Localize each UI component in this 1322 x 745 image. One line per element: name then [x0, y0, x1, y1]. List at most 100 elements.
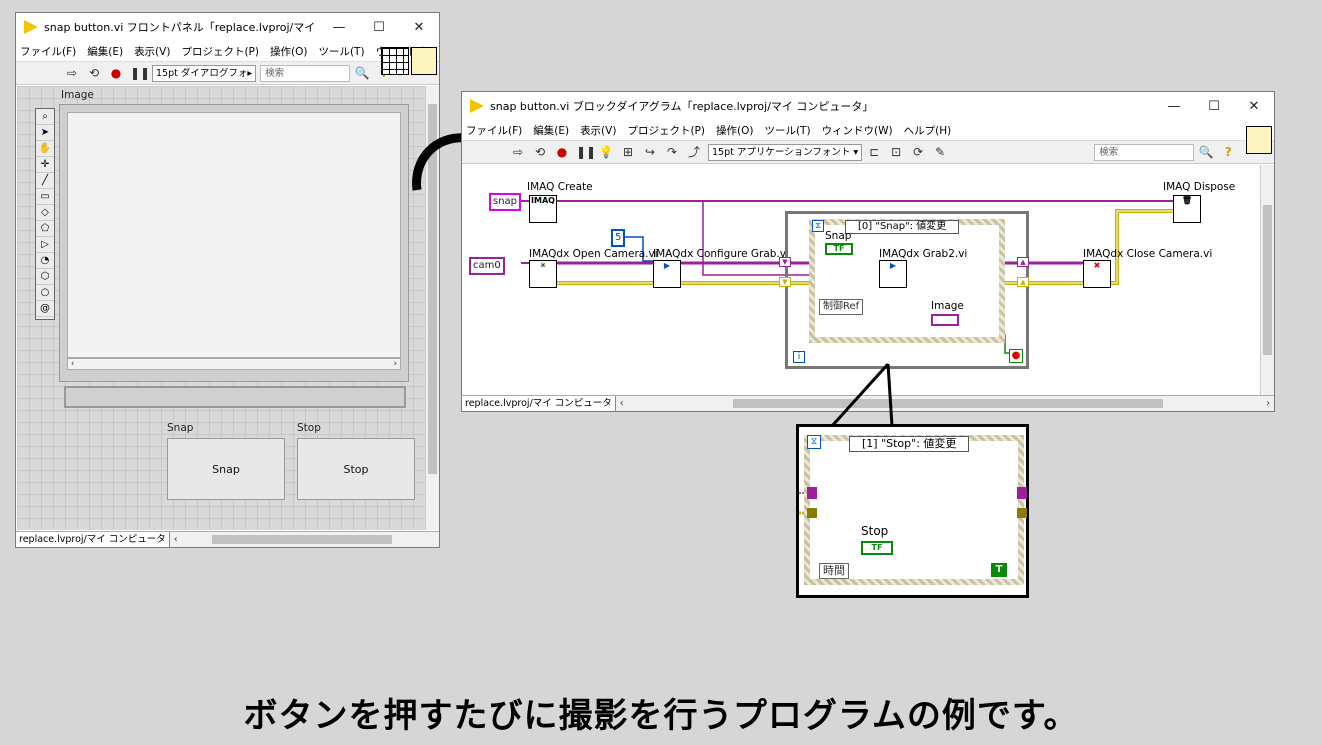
rect-tool-icon[interactable]: ▭	[36, 189, 54, 205]
event-case-selector[interactable]: [0] "Snap": 値変更	[845, 220, 960, 234]
font-selector[interactable]: 15pt ダイアログフォ▸	[152, 64, 257, 82]
imaqdx-configure-node[interactable]: ▶	[653, 260, 681, 288]
camera-name-constant[interactable]: cam0	[469, 257, 505, 275]
caption: ボタンを押すたびに撮影を行うプログラムの例です。	[243, 696, 1079, 736]
snap-terminal-label: Snap	[825, 230, 852, 242]
panel-scrollbar-h[interactable]	[182, 532, 439, 547]
arrow-tool-icon[interactable]: ➤	[36, 125, 54, 141]
close-button[interactable]: ✕	[1234, 99, 1274, 114]
scroll-left-icon[interactable]: ‹	[616, 396, 628, 411]
shift-register-left-error: ▼	[779, 277, 791, 287]
event-timeout-icon: ⧖	[812, 220, 824, 232]
front-panel-statusbar: replace.lvproj/マイ コンピュータ ‹	[16, 531, 439, 547]
menu-view[interactable]: 表示(V)	[134, 44, 170, 59]
diagram-scrollbar-v[interactable]	[1260, 165, 1274, 395]
annulus-tool-icon[interactable]: ⬡	[36, 269, 54, 285]
polygon-tool-icon[interactable]: ⬠	[36, 221, 54, 237]
spiral-tool-icon[interactable]: @	[36, 301, 54, 317]
hand-tool-icon[interactable]: ✋	[36, 141, 54, 157]
freehand-tool-icon[interactable]: ▷	[36, 237, 54, 253]
line-tool-icon[interactable]: ╱	[36, 173, 54, 189]
close-button[interactable]: ✕	[399, 20, 439, 35]
highlight-execution-icon[interactable]: 💡	[598, 144, 614, 160]
abort-icon[interactable]: ●	[554, 144, 570, 160]
minimize-button[interactable]: —	[319, 20, 359, 35]
minimize-button[interactable]: —	[1154, 99, 1194, 114]
menu-project[interactable]: プロジェクト(P)	[627, 123, 705, 138]
diamond-tool-icon[interactable]: ◇	[36, 205, 54, 221]
menu-edit[interactable]: 編集(E)	[533, 123, 569, 138]
step-into-icon[interactable]: ↪	[642, 144, 658, 160]
pause-icon[interactable]: ❚❚	[130, 65, 150, 81]
run-continuously-icon[interactable]: ⟲	[532, 144, 548, 160]
align-icon[interactable]: ⊏	[866, 144, 882, 160]
circle-tool-icon[interactable]: ○	[36, 285, 54, 301]
front-panel-window: snap button.vi フロントパネル「replace.lvproj/マイ…	[15, 12, 440, 548]
snap-string-constant[interactable]: snap	[489, 193, 522, 211]
shift-register-right-error: ▲	[1017, 277, 1029, 287]
zoom-stop-label: Stop	[861, 524, 889, 538]
scroll-right-icon[interactable]: ›	[1262, 396, 1274, 411]
crosshair-tool-icon[interactable]: ✛	[36, 157, 54, 173]
imaqdx-grab-node[interactable]: ▶	[879, 260, 907, 288]
menu-edit[interactable]: 編集(E)	[87, 44, 123, 59]
stop-button[interactable]: Stop	[297, 438, 415, 500]
zoom-tool-icon[interactable]: ⌕	[36, 109, 54, 125]
menu-help[interactable]: ヘルプ(H)	[904, 123, 952, 138]
menu-file[interactable]: ファイル(F)	[20, 44, 76, 59]
run-arrow-icon[interactable]: ⇨	[510, 144, 526, 160]
help-icon[interactable]: ?	[1220, 144, 1236, 160]
run-arrow-icon[interactable]: ⇨	[64, 65, 80, 81]
image-display[interactable]	[67, 112, 401, 358]
loop-stop-terminal[interactable]: ●	[1009, 349, 1023, 363]
image-label: Image	[61, 89, 94, 101]
font-selector[interactable]: 15pt アプリケーションフォント ▾	[708, 143, 863, 161]
menu-project[interactable]: プロジェクト(P)	[181, 44, 259, 59]
menu-view[interactable]: 表示(V)	[580, 123, 616, 138]
image-scrollbar-h[interactable]: ‹ ›	[67, 358, 401, 370]
connector-pane-icon[interactable]	[381, 47, 409, 75]
maximize-button[interactable]: ☐	[359, 20, 399, 35]
diagram-scrollbar-h[interactable]	[628, 396, 1263, 411]
lasso-tool-icon[interactable]: ◔	[36, 253, 54, 269]
search-input[interactable]: 検索	[1094, 143, 1195, 161]
search-input[interactable]: 検索	[260, 64, 351, 82]
snap-boolean-terminal[interactable]: TF	[825, 243, 853, 255]
menu-file[interactable]: ファイル(F)	[466, 123, 522, 138]
loop-index-terminal: i	[793, 351, 805, 363]
zoom-true-constant[interactable]: T	[991, 563, 1007, 577]
imaq-create-node[interactable]: IMAQ	[529, 195, 557, 223]
panel-canvas: ⌕ ➤ ✋ ✛ ╱ ▭ ◇ ⬠ ▷ ◔ ⬡ ○ @ Image ‹ › Snap …	[17, 86, 425, 530]
imaq-dispose-node[interactable]: 🗑	[1173, 195, 1201, 223]
step-over-icon[interactable]: ↷	[664, 144, 680, 160]
step-out-icon[interactable]: ⤴	[686, 144, 702, 160]
buffer-count-constant[interactable]: 5	[611, 229, 626, 247]
menu-tools[interactable]: ツール(T)	[764, 123, 810, 138]
search-icon[interactable]: 🔍	[354, 65, 370, 81]
run-continuously-icon[interactable]: ⟲	[86, 65, 102, 81]
maximize-button[interactable]: ☐	[1194, 99, 1234, 114]
image-indicator-terminal[interactable]	[931, 314, 959, 326]
shift-register-left-image: ▼	[779, 257, 791, 267]
menu-tools[interactable]: ツール(T)	[318, 44, 364, 59]
search-icon[interactable]: 🔍	[1198, 144, 1214, 160]
vi-icon[interactable]	[411, 47, 437, 75]
menu-operate[interactable]: 操作(O)	[270, 44, 307, 59]
menu-operate[interactable]: 操作(O)	[716, 123, 753, 138]
zoom-stop-boolean-terminal[interactable]: TF	[861, 541, 893, 555]
vi-icon[interactable]	[1246, 126, 1272, 154]
imaqdx-close-node[interactable]: ✖	[1083, 260, 1111, 288]
menu-window[interactable]: ウィンドウ(W)	[822, 123, 893, 138]
pause-icon[interactable]: ❚❚	[576, 144, 596, 160]
distribute-icon[interactable]: ⊡	[888, 144, 904, 160]
imaqdx-open-node[interactable]: ✳	[529, 260, 557, 288]
abort-icon[interactable]: ●	[108, 65, 124, 81]
cleanup-icon[interactable]: ✎	[932, 144, 948, 160]
front-panel-titlebar[interactable]: snap button.vi フロントパネル「replace.lvproj/マイ…	[16, 13, 439, 41]
reorder-icon[interactable]: ⟳	[910, 144, 926, 160]
retain-wire-values-icon[interactable]: ⊞	[620, 144, 636, 160]
block-diagram-titlebar[interactable]: snap button.vi ブロックダイアグラム「replace.lvproj…	[462, 92, 1274, 120]
scroll-left-icon[interactable]: ‹	[170, 532, 182, 547]
zoom-case-selector[interactable]: [1] "Stop": 値変更	[849, 436, 970, 452]
snap-button[interactable]: Snap	[167, 438, 285, 500]
